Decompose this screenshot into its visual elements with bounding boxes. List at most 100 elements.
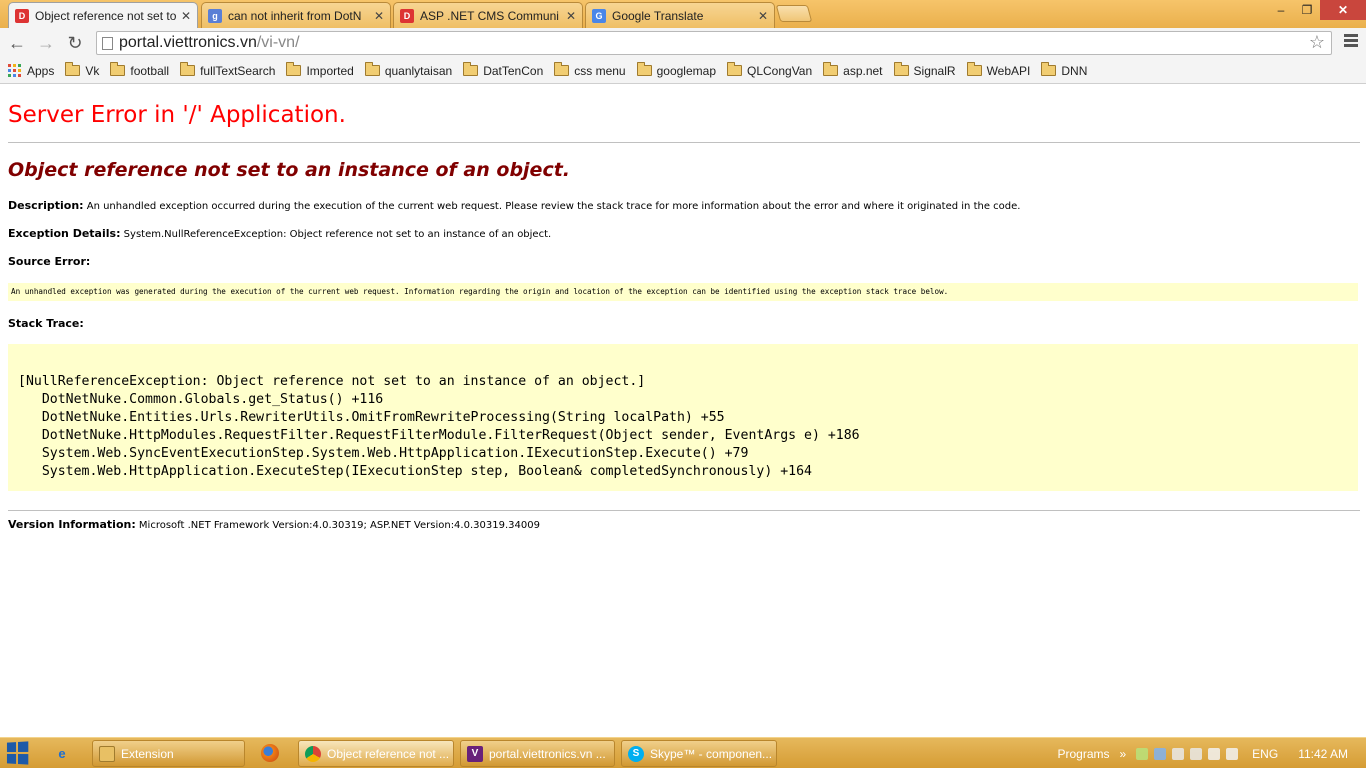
bookmark-label: football <box>130 63 170 78</box>
tab-google-translate[interactable]: G Google Translate ✕ <box>585 2 775 28</box>
folder-icon <box>823 62 839 76</box>
visual-studio-icon: V <box>467 745 483 762</box>
folder-icon <box>893 62 909 76</box>
bookmark-folder-quanlytaisan[interactable]: quanlytaisan <box>364 62 453 78</box>
new-tab-button[interactable] <box>775 5 813 22</box>
stack-trace-heading: Stack Trace: <box>8 317 84 330</box>
bookmark-label: SignalR <box>913 63 956 78</box>
bookmarks-bar: Apps Vk football fullTextSearch Imported… <box>0 58 1366 84</box>
minimize-icon[interactable]: – <box>1268 0 1294 20</box>
language-indicator[interactable]: ENG <box>1252 747 1278 761</box>
taskbar-item-label: portal.viettronics.vn ... <box>489 746 606 761</box>
bookmark-label: DNN <box>1061 63 1088 78</box>
divider <box>8 510 1360 511</box>
folder-icon <box>636 62 652 76</box>
tab-can-not-inherit[interactable]: g can not inherit from DotN ✕ <box>201 2 391 28</box>
bookmark-folder-css-menu[interactable]: css menu <box>554 62 626 78</box>
forward-icon[interactable]: → <box>35 32 57 54</box>
folder-icon <box>110 62 126 76</box>
bookmark-folder-webapi[interactable]: WebAPI <box>966 62 1031 78</box>
address-bar[interactable]: portal.viettronics.vn/vi-vn/ ☆ <box>96 31 1332 55</box>
tab-close-icon[interactable]: ✕ <box>758 9 768 23</box>
bookmark-label: Apps <box>27 63 55 78</box>
stack-trace-box: [NullReferenceException: Object referenc… <box>8 344 1358 491</box>
dnn-icon: D <box>400 8 414 23</box>
tab-strip: D Object reference not set to ✕ g can no… <box>0 0 1366 28</box>
folder-icon <box>1041 62 1057 76</box>
error-page: Server Error in '/' Application. Object … <box>0 85 1366 737</box>
bookmark-label: quanlytaisan <box>384 63 453 78</box>
bookmark-folder-asp-net[interactable]: asp.net <box>823 62 883 78</box>
bookmark-folder-imported[interactable]: Imported <box>286 62 354 78</box>
dnn-icon: D <box>15 8 29 23</box>
reload-icon[interactable]: ↻ <box>64 32 86 54</box>
page-icon <box>102 37 113 50</box>
taskbar-item-visual-studio[interactable]: V portal.viettronics.vn ... <box>460 740 615 767</box>
taskbar-item-extension[interactable]: Extension <box>92 740 245 767</box>
window-controls: – ❐ ✕ <box>1268 0 1366 20</box>
tab-close-icon[interactable]: ✕ <box>181 9 191 23</box>
tab-close-icon[interactable]: ✕ <box>374 9 384 23</box>
bookmark-apps[interactable]: Apps <box>8 64 54 78</box>
version-info-label: Version Information: <box>8 518 136 531</box>
tray-app-icon[interactable] <box>1154 747 1167 760</box>
tab-object-reference[interactable]: D Object reference not set to ✕ <box>8 2 198 28</box>
tray-app-icon[interactable] <box>1136 747 1149 760</box>
bookmark-label: Imported <box>306 63 354 78</box>
url-path: /vi-vn/ <box>256 34 300 51</box>
back-icon[interactable]: ← <box>6 32 28 54</box>
apps-icon <box>8 64 21 77</box>
taskbar-item-label: Skype™ - componen... <box>650 746 773 761</box>
exception-details-line: Exception Details: System.NullReferenceE… <box>8 227 551 240</box>
volume-muted-icon[interactable] <box>1226 747 1239 760</box>
folder-icon <box>554 62 570 76</box>
taskbar-item-skype[interactable]: S Skype™ - componen... <box>621 740 777 767</box>
bookmark-folder-qlcongvan[interactable]: QLCongVan <box>727 62 812 78</box>
folder-icon <box>727 62 742 76</box>
programs-toolbar[interactable]: Programs <box>1057 747 1109 761</box>
bookmark-label: googlemap <box>656 63 716 78</box>
bookmark-folder-dattencon[interactable]: DatTenCon <box>463 62 544 78</box>
action-center-icon[interactable] <box>1172 747 1185 760</box>
tab-title: Google Translate <box>612 8 704 23</box>
bookmark-folder-googlemap[interactable]: googlemap <box>636 62 716 78</box>
bookmark-star-icon[interactable]: ☆ <box>1309 32 1325 53</box>
bookmark-label: DatTenCon <box>483 63 544 78</box>
description-text: An unhandled exception occurred during t… <box>86 201 1021 212</box>
folder-icon <box>286 62 302 76</box>
version-info-line: Version Information: Microsoft .NET Fram… <box>8 518 540 531</box>
source-error-heading: Source Error: <box>8 255 91 268</box>
divider <box>8 142 1360 143</box>
error-message: Object reference not set to an instance … <box>8 159 571 181</box>
exception-details-text: System.NullReferenceException: Object re… <box>123 229 552 240</box>
clock[interactable]: 11:42 AM <box>1298 747 1348 761</box>
bookmark-label: asp.net <box>843 63 883 78</box>
bookmark-folder-fulltextsearch[interactable]: fullTextSearch <box>180 62 275 78</box>
taskbar-item-label: Object reference not ... <box>327 746 450 761</box>
network-signal-icon[interactable] <box>1208 747 1221 760</box>
taskbar-item-chrome[interactable]: Object reference not ... <box>298 740 454 767</box>
translate-icon: G <box>592 8 606 23</box>
chrome-menu-icon[interactable] <box>1344 34 1358 49</box>
bookmark-folder-football[interactable]: football <box>110 62 170 78</box>
firefox-icon[interactable] <box>258 742 282 764</box>
folder-icon <box>180 62 196 76</box>
restore-icon[interactable]: ❐ <box>1294 0 1320 20</box>
url-host: portal.viettronics.vn <box>119 34 257 51</box>
stack-trace-line: System.Web.HttpApplication.ExecuteStep(I… <box>18 464 812 479</box>
toolbar-expand-icon[interactable]: » <box>1119 747 1126 761</box>
internet-explorer-icon[interactable]: e <box>50 742 74 764</box>
device-icon[interactable] <box>1190 747 1203 760</box>
bookmark-folder-signalr[interactable]: SignalR <box>893 62 956 78</box>
tab-title: Object reference not set to <box>35 8 177 23</box>
bookmark-folder-vk[interactable]: Vk <box>65 62 99 78</box>
stack-trace-line: DotNetNuke.Common.Globals.get_Status() +… <box>18 392 384 407</box>
bookmark-folder-dnn[interactable]: DNN <box>1041 62 1088 78</box>
folder-icon <box>364 62 380 76</box>
source-error-box: An unhandled exception was generated dur… <box>8 283 1358 301</box>
windows-start-icon[interactable] <box>6 741 31 765</box>
window-close-icon[interactable]: ✕ <box>1320 0 1366 20</box>
tab-asp-net-cms[interactable]: D ASP .NET CMS Communi ✕ <box>393 2 583 28</box>
bookmark-label: WebAPI <box>986 63 1031 78</box>
tab-close-icon[interactable]: ✕ <box>566 9 576 23</box>
